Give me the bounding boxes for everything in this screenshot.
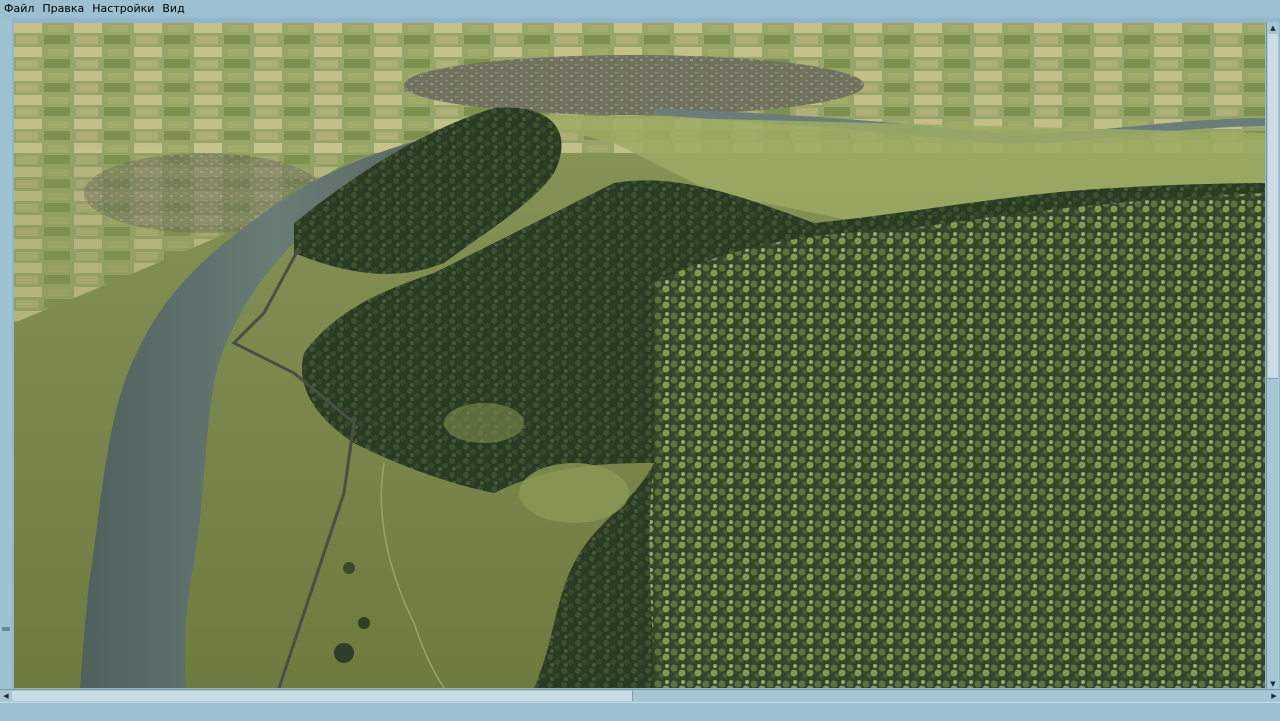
status-bar [0, 702, 1280, 721]
menu-view[interactable]: Вид [158, 0, 188, 18]
vertical-scroll-thumb[interactable] [1268, 34, 1278, 379]
menu-bar: Файл Правка Настройки Вид [0, 0, 1280, 18]
terrain-viewport[interactable] [14, 23, 1265, 688]
menu-settings[interactable]: Настройки [88, 0, 158, 18]
horizontal-scrollbar[interactable]: ◀ ▶ [0, 689, 1280, 702]
scroll-left-icon[interactable]: ◀ [0, 690, 12, 702]
panel-splitter-handle[interactable] [2, 627, 10, 631]
scroll-down-icon[interactable]: ▼ [1267, 678, 1279, 689]
vertical-scrollbar[interactable]: ▲ ▼ [1266, 22, 1279, 689]
left-panel-strip [0, 18, 12, 690]
scroll-right-icon[interactable]: ▶ [1268, 690, 1280, 702]
menu-file[interactable]: Файл [0, 0, 38, 18]
scroll-up-icon[interactable]: ▲ [1267, 22, 1279, 33]
main-frame: ▲ ▼ ◀ ▶ [0, 18, 1280, 721]
horizontal-scroll-thumb[interactable] [12, 691, 633, 701]
menu-edit[interactable]: Правка [38, 0, 88, 18]
